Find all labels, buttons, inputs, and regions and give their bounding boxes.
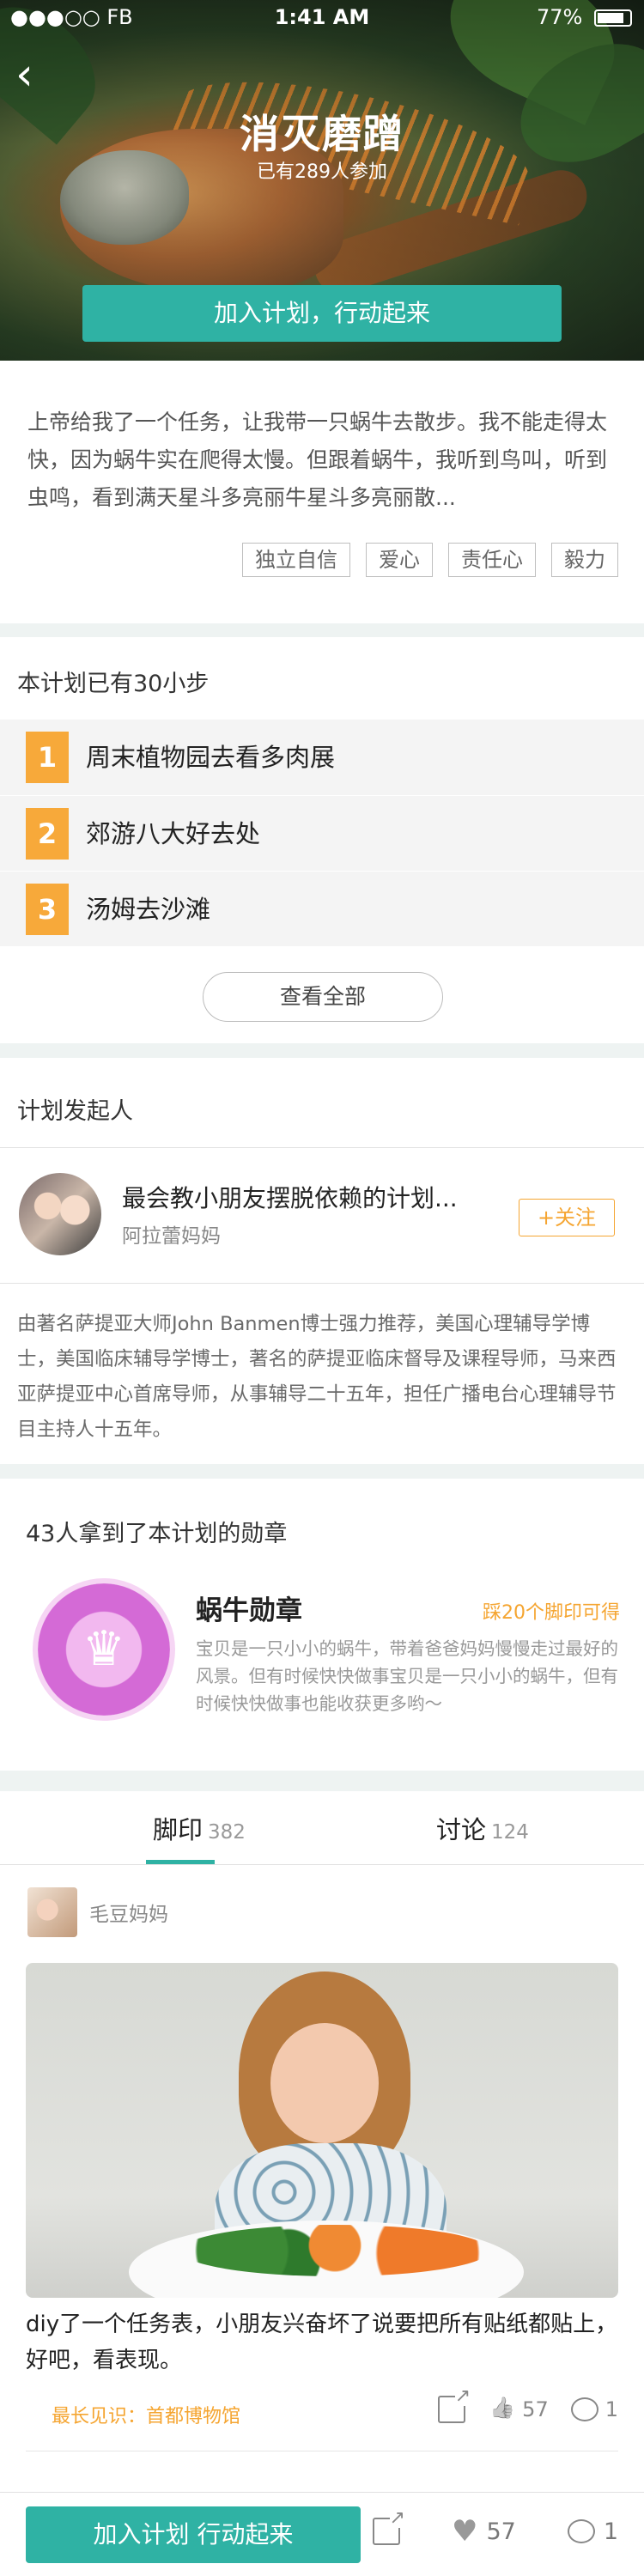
comment-icon [570, 2397, 598, 2421]
join-plan-button[interactable]: 加入计划，行动起来 [82, 285, 562, 342]
share-button[interactable] [372, 2509, 405, 2545]
founder-plan-name[interactable]: 最会教小朋友摆脱依赖的计划... [122, 1180, 458, 1214]
step-label: 周末植物园去看多肉展 [86, 743, 336, 772]
badge-name: 蜗牛勋章 [196, 1595, 302, 1626]
like-count: 57 [486, 2518, 516, 2545]
battery-icon [594, 9, 632, 27]
crown-icon: ♛ [82, 1621, 126, 1677]
plan-title: 消灭磨蹭 [240, 111, 404, 157]
battery-percent: 77% [537, 5, 583, 29]
share-icon [438, 2387, 471, 2423]
view-all-button[interactable]: 查看全部 [203, 972, 443, 1022]
battery-status: 77% [537, 5, 632, 29]
comment-button[interactable]: 1 [570, 2397, 618, 2421]
step-item[interactable]: 3 汤姆去沙滩 [0, 871, 644, 946]
tag[interactable]: 爱心 [366, 543, 433, 577]
step-item[interactable]: 2 郊游八大好去处 [0, 795, 644, 871]
back-button[interactable]: ‹ [15, 52, 50, 97]
thumbs-up-icon [488, 2396, 515, 2423]
post-tag[interactable]: 最长见识：首都博物馆 [52, 2401, 240, 2428]
post-actions: 57 1 [438, 2387, 618, 2427]
step-label: 汤姆去沙滩 [86, 895, 211, 924]
tag-list: 独立自信 爱心 责任心 毅力 [227, 543, 618, 577]
tab-label: 脚印 [153, 1815, 204, 1844]
badge-section: 43人拿到了本计划的勋章 ♛ 蜗牛勋章 踩20个脚印可得 宝贝是一只小小的蜗牛，… [0, 1479, 644, 1771]
step-number: 3 [26, 884, 69, 935]
post-author-avatar[interactable] [27, 1887, 77, 1937]
step-number: 1 [26, 732, 69, 783]
step-label: 郊游八大好去处 [86, 819, 261, 848]
bottom-action-bar: 加入计划 行动起来 ♥ 57 1 [0, 2492, 644, 2576]
comment-button[interactable]: 1 [567, 2518, 618, 2545]
founder-heading: 计划发起人 [17, 1098, 133, 1125]
participants-count: 已有289人参加 [257, 161, 387, 183]
tag[interactable]: 独立自信 [242, 543, 350, 577]
badge-condition: 踩20个脚印可得 [483, 1602, 620, 1624]
tag[interactable]: 责任心 [448, 543, 536, 577]
share-button[interactable] [438, 2387, 471, 2423]
tab-discussion[interactable]: 讨论 124 [436, 1810, 529, 1846]
badge-description: 宝贝是一只小小的蜗牛，带着爸爸妈妈慢慢走过最好的风景。但有时候快快做事宝贝是一只… [196, 1638, 618, 1714]
tag[interactable]: 毅力 [551, 543, 618, 577]
tab-count: 382 [208, 1821, 246, 1844]
status-bar: ●●●○○ FB 1:41 AM 77% [0, 0, 644, 34]
divider [0, 1147, 644, 1148]
bottom-actions: ♥ 57 1 [372, 2509, 618, 2546]
share-icon [372, 2509, 405, 2545]
intro-text: 上帝给我了一个任务，让我带一只蜗牛去散步。我不能走得太快，因为蜗牛实在爬得太慢。… [27, 410, 608, 510]
steps-section: 本计划已有30小步 1 周末植物园去看多肉展 2 郊游八大好去处 3 汤姆去沙滩… [0, 637, 644, 1043]
feed-section: 脚印 382 讨论 124 毛豆妈妈 diy了一个任务表，小朋友兴奋坏了说要把所有贴… [0, 1791, 644, 2576]
tab-footprints[interactable]: 脚印 382 [153, 1810, 246, 1846]
hero-banner: ●●●○○ FB 1:41 AM 77% ‹ 消灭磨蹭 已有289人参加 加入计… [0, 0, 644, 361]
like-count: 57 [522, 2397, 549, 2421]
chevron-left-icon: ‹ [15, 49, 33, 100]
photo-food [180, 2225, 489, 2276]
step-item[interactable]: 1 周末植物园去看多肉展 [0, 720, 644, 795]
post-photo[interactable] [26, 1963, 618, 2298]
steps-heading: 本计划已有30小步 [17, 671, 210, 697]
founder-bio: 由著名萨提亚大师John Banmen博士强力推荐，美国心理辅导学博士，美国临床… [17, 1313, 617, 1441]
active-tab-indicator [146, 1860, 215, 1864]
badge-heading: 43人拿到了本计划的勋章 [26, 1521, 288, 1547]
step-list: 1 周末植物园去看多肉展 2 郊游八大好去处 3 汤姆去沙滩 [0, 720, 644, 946]
avatar[interactable] [17, 1171, 103, 1257]
post-author-name[interactable]: 毛豆妈妈 [89, 1898, 168, 1927]
follow-button[interactable]: +关注 [519, 1199, 615, 1236]
tab-label: 讨论 [436, 1815, 487, 1844]
join-plan-button-bottom[interactable]: 加入计划 行动起来 [26, 2506, 361, 2563]
plan-intro: 上帝给我了一个任务，让我带一只蜗牛去散步。我不能走得太快，因为蜗牛实在爬得太慢。… [0, 361, 644, 623]
like-button[interactable]: ♥ 57 [452, 2517, 516, 2546]
medal-image: ♛ [38, 1583, 170, 1716]
tab-count: 124 [491, 1821, 529, 1844]
feed-tabs: 脚印 382 讨论 124 [0, 1791, 644, 1865]
divider [0, 1283, 644, 1284]
post-text: diy了一个任务表，小朋友兴奋坏了说要把所有贴纸都贴上，好吧，看表现。 [26, 2312, 618, 2373]
comment-count: 1 [605, 2397, 618, 2421]
like-button[interactable]: 57 [488, 2396, 549, 2423]
founder-section: 计划发起人 最会教小朋友摆脱依赖的计划... 阿拉蕾妈妈 +关注 由著名萨提亚大… [0, 1058, 644, 1464]
comment-icon [567, 2519, 595, 2543]
comment-count: 1 [603, 2518, 618, 2545]
step-number: 2 [26, 808, 69, 860]
founder-username: 阿拉蕾妈妈 [122, 1225, 221, 1248]
heart-icon: ♥ [451, 2514, 478, 2549]
photo-face [270, 2023, 379, 2143]
